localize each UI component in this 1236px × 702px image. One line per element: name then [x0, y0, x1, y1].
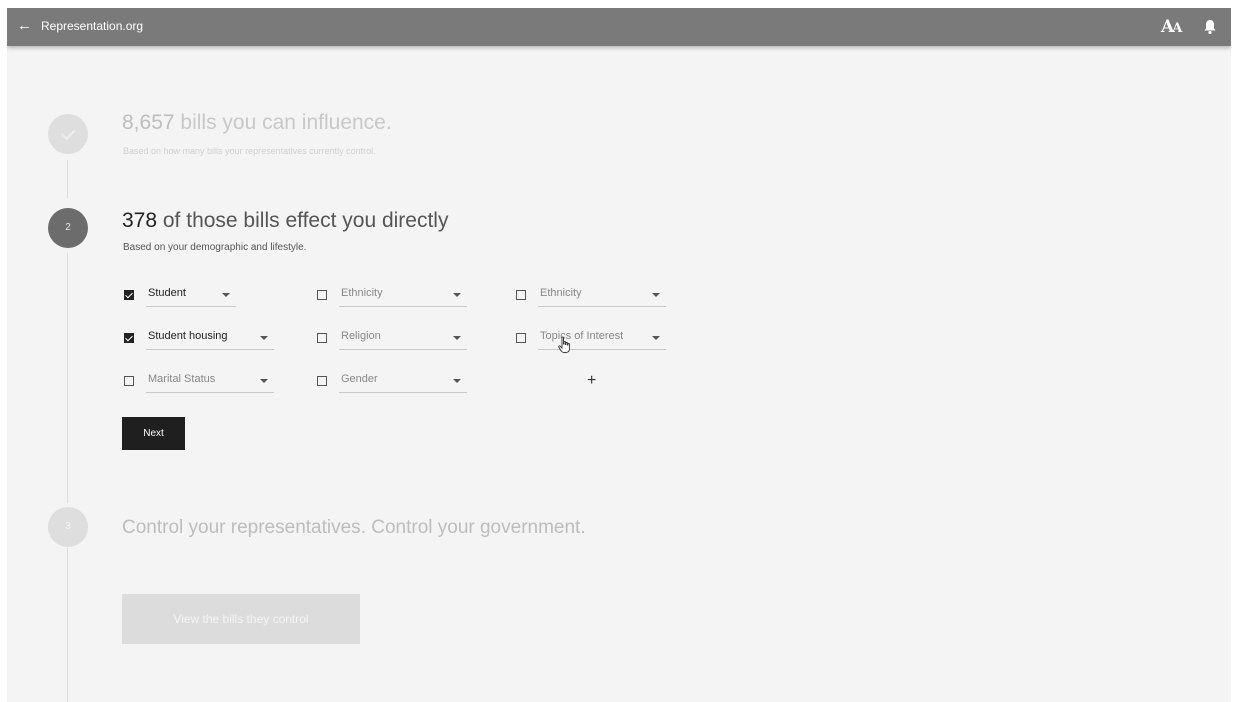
filter-label: Ethnicity [341, 287, 383, 299]
step-2-headline-text: of those bills effect you directly [157, 209, 449, 232]
chevron-down-icon [260, 379, 268, 383]
student-housing-select[interactable]: Student housing [146, 328, 274, 350]
filter-label: Gender [341, 373, 378, 385]
filter-marital-status[interactable]: Marital Status [124, 371, 274, 395]
filter-gender[interactable]: Gender [317, 371, 467, 395]
step-connector [67, 253, 68, 503]
direct-bills-count: 378 [122, 209, 158, 232]
step-2-subtitle: Based on your demographic and lifestyle. [123, 242, 307, 253]
ethnicity-select-2[interactable]: Ethnicity [538, 285, 666, 307]
filter-religion[interactable]: Religion [317, 328, 467, 352]
checkbox[interactable] [124, 376, 134, 386]
step-3-indicator: 3 [48, 507, 88, 547]
filter-student-housing[interactable]: Student housing [124, 328, 274, 352]
filter-label: Student [148, 287, 186, 299]
app-frame: ← Representation.org AA 8,657 bills you … [7, 8, 1231, 702]
checkbox[interactable] [124, 290, 134, 300]
arrow-left-icon[interactable]: ← [17, 17, 33, 35]
filter-student[interactable]: Student [124, 285, 236, 309]
checkbox[interactable] [516, 333, 526, 343]
chevron-down-icon [652, 293, 660, 297]
checkbox[interactable] [124, 333, 134, 343]
checkbox[interactable] [317, 376, 327, 386]
hand-cursor-icon [558, 336, 570, 353]
filter-label: Religion [341, 330, 381, 342]
chevron-down-icon [222, 293, 230, 297]
chevron-down-icon [260, 336, 268, 340]
bills-count: 8,657 [122, 111, 175, 134]
chevron-down-icon [453, 336, 461, 340]
chevron-down-icon [453, 293, 461, 297]
bell-icon[interactable] [1203, 19, 1217, 35]
filter-ethnicity-2[interactable]: Ethnicity [516, 285, 666, 309]
filter-label: Topics of Interest [540, 330, 624, 342]
gender-select[interactable]: Gender [339, 371, 467, 393]
filter-topics-of-interest[interactable]: Topics of Interest [516, 328, 666, 352]
chevron-down-icon [652, 336, 660, 340]
step-1-subtitle: Based on how many bills your representat… [123, 146, 376, 156]
checkbox[interactable] [317, 333, 327, 343]
ethnicity-select[interactable]: Ethnicity [339, 285, 467, 307]
site-title: Representation.org [41, 19, 144, 33]
marital-status-select[interactable]: Marital Status [146, 371, 274, 393]
checkbox[interactable] [516, 290, 526, 300]
view-bills-button[interactable]: View the bills they control [122, 594, 360, 644]
step-connector [67, 160, 68, 198]
filter-label: Ethnicity [540, 287, 582, 299]
filter-label: Student housing [148, 330, 228, 342]
step-2-headline: 378 of those bills effect you directly [122, 209, 448, 233]
step-1-indicator [48, 114, 88, 154]
text-size-icon[interactable]: AA [1161, 16, 1183, 38]
checkbox[interactable] [317, 290, 327, 300]
step-connector [67, 548, 68, 702]
step-1-headline-text: bills you can influence. [174, 111, 392, 134]
student-select[interactable]: Student [146, 285, 236, 307]
top-bar: ← Representation.org AA [7, 8, 1231, 46]
filter-ethnicity[interactable]: Ethnicity [317, 285, 467, 309]
next-button[interactable]: Next [122, 417, 185, 450]
step-3-headline: Control your representatives. Control yo… [122, 517, 586, 538]
filter-label: Marital Status [148, 373, 216, 385]
check-icon [60, 125, 76, 141]
step-1-headline: 8,657 bills you can influence. [122, 111, 392, 135]
chevron-down-icon [453, 379, 461, 383]
add-filter-button[interactable]: + [587, 372, 596, 390]
step-2-indicator: 2 [48, 208, 88, 248]
religion-select[interactable]: Religion [339, 328, 467, 350]
